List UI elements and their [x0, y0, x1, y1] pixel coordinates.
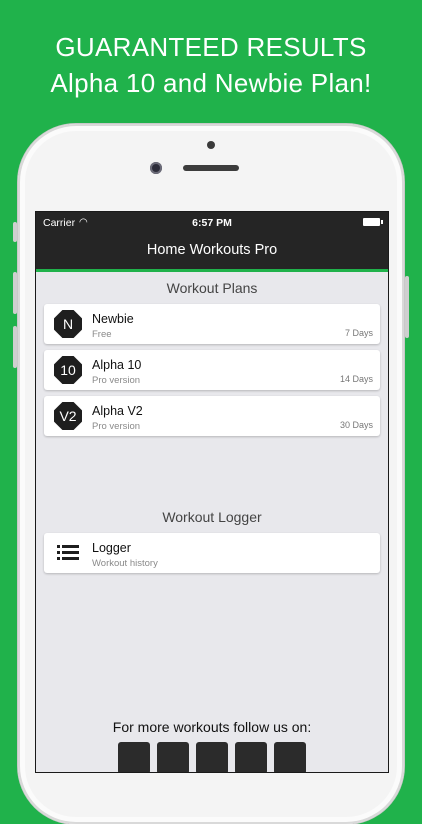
- phone-power-button: [405, 276, 409, 338]
- workout-logger-heading: Workout Logger: [162, 509, 262, 525]
- front-camera-icon: [150, 162, 162, 174]
- nav-bar-title: Home Workouts Pro: [36, 234, 388, 272]
- plan-subtitle: Free: [92, 329, 112, 340]
- workout-plans-heading: Workout Plans: [166, 280, 258, 296]
- logger-card[interactable]: Logger Workout history: [44, 533, 380, 573]
- plan-duration: 30 Days: [339, 420, 373, 430]
- plan-subtitle: Pro version: [92, 421, 141, 432]
- plan-title: Alpha 10: [92, 358, 142, 372]
- promo-headline: GUARANTEED RESULTS: [55, 32, 367, 62]
- google-plus-icon[interactable]: [235, 742, 267, 772]
- plan-card-alpha-v2[interactable]: V2 Alpha V2 Pro version 30 Days: [44, 396, 380, 436]
- earpiece-speaker: [183, 165, 239, 171]
- logger-title: Logger: [92, 541, 131, 555]
- status-bar: Carrier ◠ 6:57 PM: [36, 212, 388, 234]
- battery-icon: [363, 218, 383, 226]
- plan-title: Alpha V2: [92, 404, 143, 418]
- plan-badge-icon: N: [54, 310, 82, 338]
- phone-volume-down: [13, 326, 17, 368]
- list-icon: [57, 545, 79, 561]
- promo-subheadline: Alpha 10 and Newbie Plan!: [50, 68, 372, 98]
- plan-duration: 7 Days: [344, 328, 373, 338]
- status-time: 6:57 PM: [192, 217, 232, 229]
- app-screen: Carrier ◠ 6:57 PM Home Workouts Pro Work…: [35, 211, 389, 773]
- plan-duration: 14 Days: [339, 374, 373, 384]
- facebook-icon[interactable]: [118, 742, 150, 772]
- vine-icon[interactable]: [196, 742, 228, 772]
- phone-volume-up: [13, 272, 17, 314]
- phone-mute-switch: [13, 222, 17, 242]
- proximity-sensor: [207, 141, 215, 149]
- logger-subtitle: Workout history: [92, 558, 158, 569]
- follow-us-text: For more workouts follow us on:: [112, 719, 312, 735]
- plan-subtitle: Pro version: [92, 375, 141, 386]
- plan-badge-icon: V2: [54, 402, 82, 430]
- twitter-icon[interactable]: [157, 742, 189, 772]
- share-icon[interactable]: [274, 742, 306, 772]
- plan-title: Newbie: [92, 312, 134, 326]
- plan-card-newbie[interactable]: N Newbie Free 7 Days: [44, 304, 380, 344]
- plan-badge-icon: 10: [54, 356, 82, 384]
- plan-card-alpha-10[interactable]: 10 Alpha 10 Pro version 14 Days: [44, 350, 380, 390]
